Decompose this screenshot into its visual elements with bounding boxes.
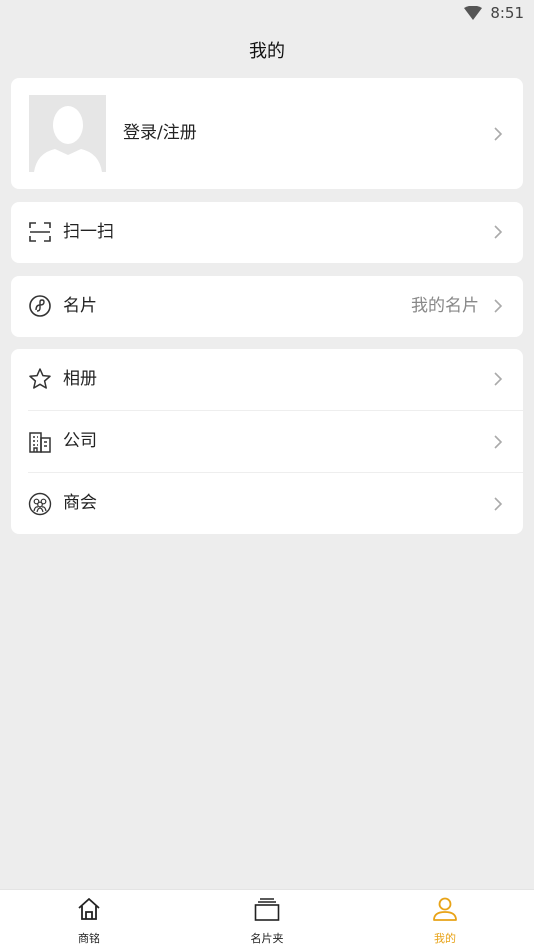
chevron-right-icon bbox=[494, 435, 503, 449]
status-bar: 8:51 bbox=[0, 0, 534, 28]
scan-card[interactable]: 扫一扫 bbox=[11, 202, 523, 263]
building-icon bbox=[29, 432, 51, 453]
chevron-right-icon bbox=[494, 127, 503, 141]
bottom-tab-bar: 商铭 名片夹 我的 bbox=[0, 889, 534, 949]
scan-label: 扫一扫 bbox=[63, 222, 114, 242]
chevron-right-icon bbox=[494, 372, 503, 386]
menu-item-label: 相册 bbox=[63, 369, 97, 389]
login-register-label[interactable]: 登录/注册 bbox=[123, 120, 197, 146]
chevron-right-icon bbox=[494, 299, 503, 313]
group-icon bbox=[28, 492, 52, 516]
tab-mine[interactable]: 我的 bbox=[395, 890, 495, 949]
page-title: 我的 bbox=[249, 41, 285, 62]
chevron-right-icon bbox=[494, 497, 503, 511]
star-icon bbox=[29, 368, 51, 389]
avatar-placeholder-icon bbox=[29, 95, 106, 172]
tab-label: 名片夹 bbox=[250, 932, 284, 945]
tab-label: 商铭 bbox=[78, 932, 100, 945]
chevron-right-icon bbox=[494, 225, 503, 239]
menu-item-chamber[interactable]: 商会 bbox=[11, 473, 523, 534]
tab-card-holder[interactable]: 名片夹 bbox=[217, 890, 317, 949]
avatar bbox=[29, 95, 106, 172]
menu-item-album[interactable]: 相册 bbox=[11, 349, 523, 411]
status-time: 8:51 bbox=[490, 4, 524, 22]
business-card-row[interactable]: 名片 我的名片 bbox=[11, 276, 523, 337]
scan-row[interactable]: 扫一扫 bbox=[11, 202, 523, 263]
menu-item-label: 商会 bbox=[63, 493, 97, 513]
business-card-label: 名片 bbox=[63, 296, 97, 316]
profile-card[interactable]: 登录/注册 bbox=[11, 78, 523, 189]
status-right: 8:51 bbox=[464, 4, 524, 22]
card-link-icon bbox=[29, 295, 51, 317]
tab-label: 我的 bbox=[434, 932, 456, 945]
business-card-card[interactable]: 名片 我的名片 bbox=[11, 276, 523, 337]
menu-card: 相册 公司 商会 bbox=[11, 349, 523, 534]
wifi-icon bbox=[464, 6, 483, 20]
cards-icon bbox=[254, 898, 280, 921]
home-icon bbox=[78, 898, 100, 920]
person-icon bbox=[433, 897, 457, 921]
my-card-text: 我的名片 bbox=[411, 296, 479, 316]
menu-item-company[interactable]: 公司 bbox=[11, 411, 523, 473]
scan-icon bbox=[29, 222, 51, 242]
tab-home[interactable]: 商铭 bbox=[39, 890, 139, 949]
menu-item-label: 公司 bbox=[63, 431, 97, 451]
